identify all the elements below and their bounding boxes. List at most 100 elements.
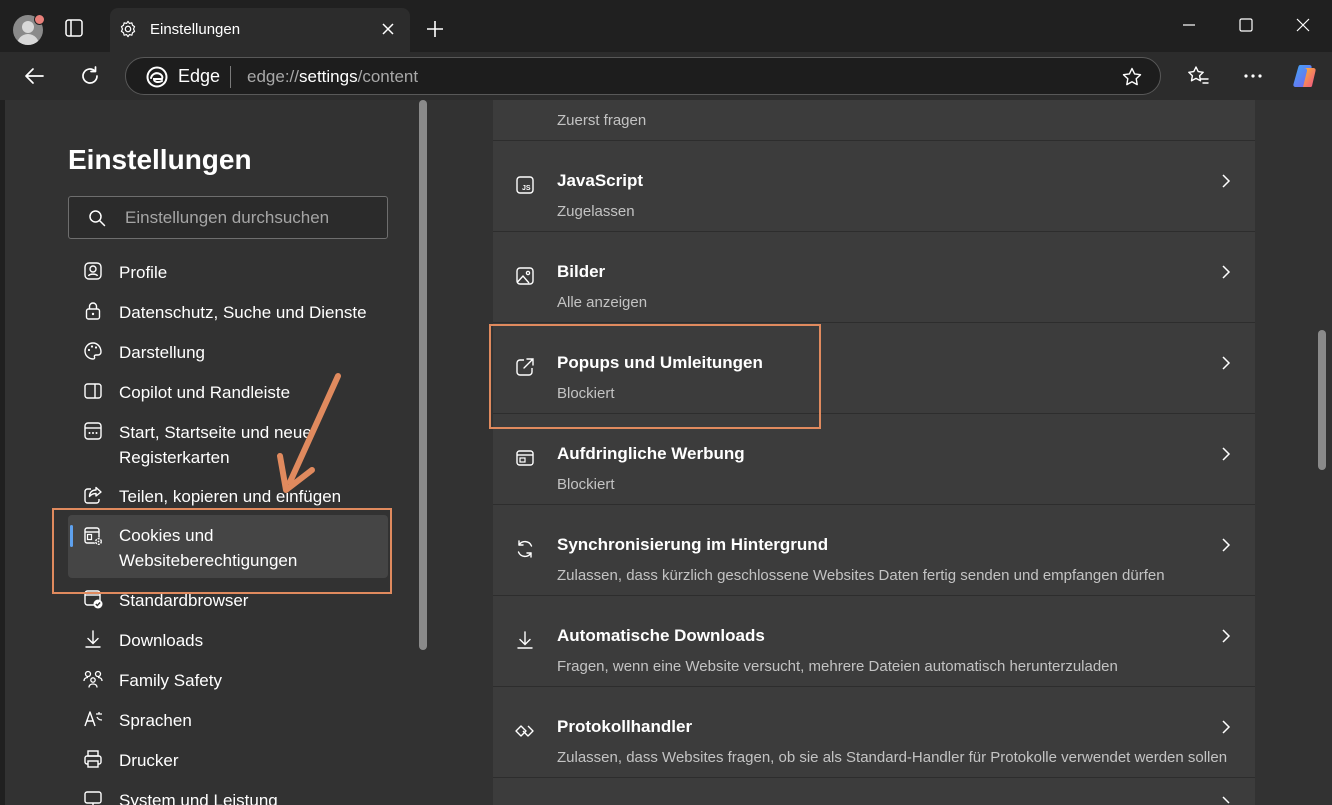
system-icon	[84, 791, 102, 805]
ad-block-icon	[516, 450, 534, 466]
search-placeholder: Einstellungen durchsuchen	[125, 208, 330, 227]
row-subtitle: Blockiert	[557, 385, 615, 402]
sidebar-item-label: Sprachen	[119, 711, 192, 730]
home-grid-icon	[84, 422, 102, 440]
chevron-right-icon	[1222, 174, 1231, 188]
svg-text:JS: JS	[522, 185, 531, 192]
printer-icon	[84, 750, 102, 768]
row-title: Popups und Umleitungen	[557, 353, 763, 372]
language-icon	[84, 711, 103, 727]
profile-icon	[84, 262, 102, 280]
close-tab-icon[interactable]	[381, 22, 395, 36]
close-window-icon[interactable]	[1294, 16, 1312, 34]
url-prefix: edge://	[247, 67, 299, 86]
settings-row-automatic-downloads[interactable]: Automatische Downloads Fragen, wenn eine…	[493, 596, 1255, 687]
annotation-arrow-icon	[277, 373, 341, 493]
sidebar-item-label: System und Leistung	[119, 791, 278, 805]
settings-row-background-sync[interactable]: Synchronisierung im Hintergrund Zulassen…	[493, 505, 1255, 596]
new-tab-icon[interactable]	[425, 19, 445, 39]
sidebar-item-label: Cookies und Websiteberechtigungen	[119, 526, 298, 570]
row-title: Protokollhandler	[557, 717, 693, 736]
settings-row-images[interactable]: Bilder Alle anzeigen	[493, 232, 1255, 323]
chevron-right-icon	[1222, 538, 1231, 552]
settings-row-popups[interactable]: Popups und Umleitungen Blockiert	[493, 323, 1255, 414]
gear-icon	[120, 20, 136, 38]
back-icon[interactable]	[22, 64, 46, 88]
row-title: Bilder	[557, 262, 606, 281]
search-icon	[89, 210, 106, 227]
share-icon	[84, 486, 102, 504]
main-scrollbar[interactable]	[1318, 330, 1326, 470]
sidebar-item-label: Profile	[119, 263, 168, 282]
chevron-right-icon	[1222, 447, 1231, 461]
row-title: JavaScript	[557, 171, 643, 190]
url-path: /content	[357, 67, 419, 86]
download-icon	[85, 630, 101, 648]
download-icon	[517, 631, 533, 649]
chevron-right-icon	[1222, 796, 1230, 804]
sidebar-item-label: Downloads	[119, 631, 204, 650]
page-title: Einstellungen	[68, 144, 252, 175]
url-text[interactable]: edge://settings/content	[247, 67, 418, 87]
sidebar-item-languages[interactable]: Sprachen	[68, 708, 388, 734]
sidebar-item-family-safety[interactable]: Family Safety	[68, 668, 388, 694]
sidebar-panel-icon	[84, 383, 102, 399]
row-title: Aufdringliche Werbung	[557, 444, 745, 463]
sidebar-item-privacy[interactable]: Datenschutz, Suche und Dienste	[68, 300, 388, 326]
row-subtitle: Blockiert	[557, 476, 615, 493]
copilot-icon[interactable]	[1291, 62, 1319, 90]
settings-row-intrusive-ads[interactable]: Aufdringliche Werbung Blockiert	[493, 414, 1255, 505]
sidebar-scrollbar[interactable]	[419, 100, 427, 650]
sidebar-item-appearance[interactable]: Darstellung	[68, 340, 388, 366]
cookie-settings-icon	[84, 527, 103, 546]
profile-notification-dot	[34, 14, 45, 25]
sidebar-item-printers[interactable]: Drucker	[68, 748, 388, 774]
sidebar-item-label: Family Safety	[119, 671, 222, 690]
sidebar-item-label: Drucker	[119, 751, 179, 770]
family-icon	[83, 670, 103, 688]
sidebar-item-cookies[interactable]: Cookies und Websiteberechtigungen	[68, 515, 388, 578]
sync-icon	[517, 540, 533, 558]
chevron-right-icon	[1222, 720, 1231, 734]
row-subtitle: Zulassen, dass kürzlich geschlossene Web…	[557, 567, 1165, 584]
lock-icon	[85, 302, 101, 320]
settings-content-panel: Zuerst fragen JS JavaScript Zugelassen B…	[493, 100, 1255, 805]
address-separator	[230, 66, 231, 88]
row-title: Automatische Downloads	[557, 626, 765, 645]
site-identity-label: Edge	[178, 66, 221, 86]
minimize-icon[interactable]	[1180, 16, 1198, 34]
tab-settings[interactable]: Einstellungen	[110, 8, 410, 52]
chevron-right-icon	[1222, 265, 1231, 279]
row-subtitle: Alle anzeigen	[557, 294, 648, 311]
edge-logo-icon	[146, 66, 168, 88]
settings-row-javascript[interactable]: JS JavaScript Zugelassen	[493, 141, 1255, 232]
row-subtitle: Fragen, wenn eine Website versucht, mehr…	[557, 658, 1118, 675]
sidebar-item-label: Standardbrowser	[119, 591, 249, 610]
tab-actions-icon[interactable]	[64, 18, 84, 38]
settings-row-protocol-handlers[interactable]: Protokollhandler Zulassen, dass Websites…	[493, 687, 1255, 778]
active-indicator	[70, 525, 73, 547]
settings-search-input[interactable]: Einstellungen durchsuchen	[68, 196, 388, 239]
sidebar-item-default-browser[interactable]: Standardbrowser	[68, 588, 388, 614]
refresh-icon[interactable]	[78, 64, 102, 88]
sidebar-item-downloads[interactable]: Downloads	[68, 628, 388, 654]
sidebar-item-profile[interactable]: Profile	[68, 260, 388, 286]
title-bar: Einstellungen	[0, 0, 1332, 52]
row-title: Synchronisierung im Hintergrund	[557, 535, 829, 554]
url-host: settings	[299, 67, 358, 86]
image-icon	[516, 267, 534, 285]
chevron-right-icon	[1222, 629, 1231, 643]
sidebar-item-label: Datenschutz, Suche und Dienste	[119, 303, 367, 322]
settings-row-partial[interactable]: Zuerst fragen	[493, 50, 1255, 141]
maximize-icon[interactable]	[1237, 16, 1255, 34]
javascript-icon: JS	[516, 176, 534, 194]
sidebar-item-system[interactable]: System und Leistung	[68, 788, 388, 805]
row-subtitle: Zugelassen	[557, 203, 635, 220]
chevron-right-icon	[1222, 356, 1231, 370]
settings-sidebar: Einstellungen Einstellungen durchsuchen …	[5, 100, 430, 805]
sidebar-item-label: Darstellung	[119, 343, 205, 362]
popup-redirect-icon	[516, 358, 534, 376]
palette-icon	[84, 342, 102, 360]
tab-title: Einstellungen	[150, 21, 241, 38]
row-subtitle: Zuerst fragen	[557, 112, 647, 129]
